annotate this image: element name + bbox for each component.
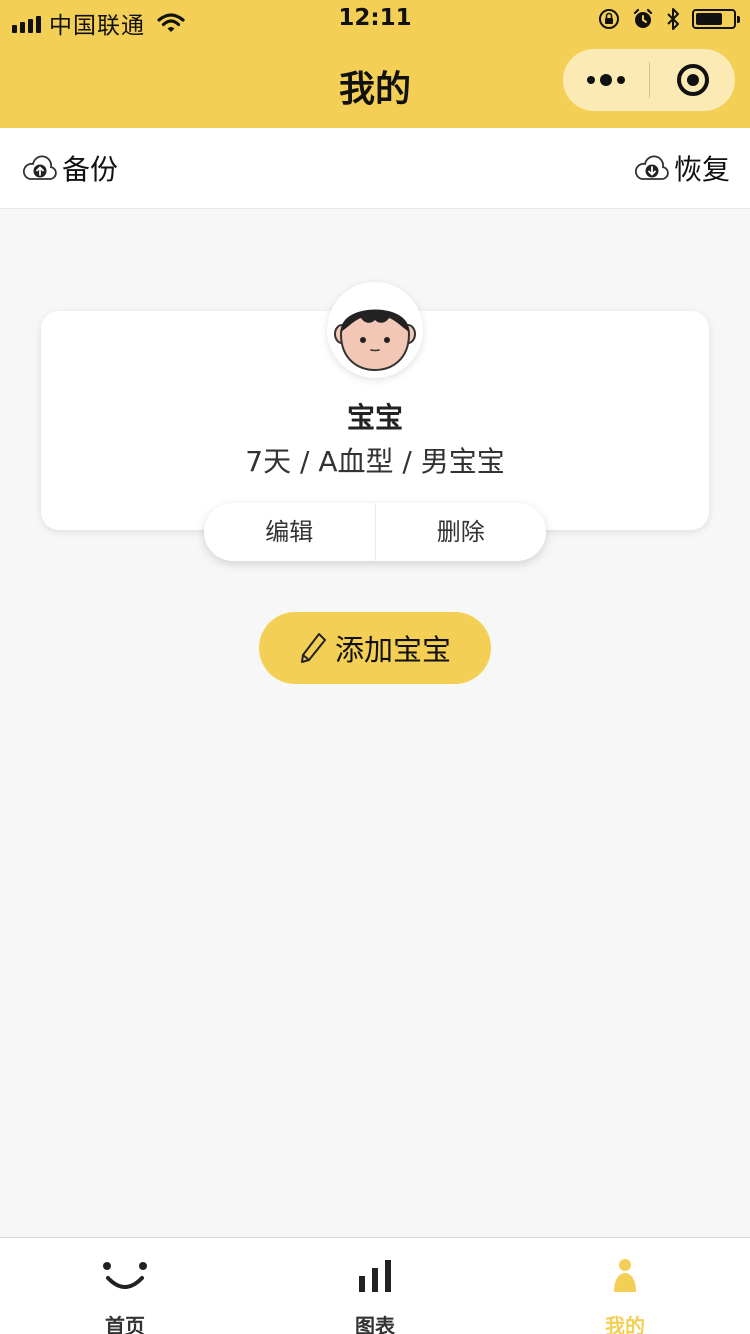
card-actions: 编辑 删除 bbox=[204, 503, 546, 561]
backup-label: 备份 bbox=[62, 153, 119, 186]
more-button[interactable] bbox=[563, 49, 649, 111]
avatar[interactable] bbox=[327, 282, 423, 378]
backup-restore-bar: 备份 恢复 bbox=[0, 128, 750, 209]
baby-info: 7天 / A血型 / 男宝宝 bbox=[245, 445, 505, 478]
tab-mine-label: 我的 bbox=[605, 1314, 645, 1334]
restore-button[interactable]: 恢复 bbox=[634, 148, 730, 188]
cloud-upload-icon bbox=[22, 155, 57, 180]
status-bar: 中国联通 12:11 bbox=[0, 0, 750, 40]
rotation-lock-icon bbox=[599, 9, 619, 29]
tab-charts[interactable]: 图表 bbox=[250, 1238, 500, 1334]
tab-mine-icon-wrap bbox=[500, 1256, 750, 1296]
alarm-icon bbox=[633, 8, 653, 28]
baby-name: 宝宝 bbox=[346, 401, 403, 434]
person-icon bbox=[614, 1259, 636, 1292]
status-right bbox=[598, 7, 740, 31]
tab-charts-label: 图表 bbox=[355, 1314, 395, 1334]
restore-label: 恢复 bbox=[673, 153, 730, 186]
edit-button[interactable]: 编辑 bbox=[204, 503, 375, 561]
more-dot bbox=[600, 74, 612, 86]
add-baby-button[interactable]: 添加宝宝 bbox=[259, 612, 491, 684]
tab-home[interactable]: 首页 bbox=[0, 1238, 250, 1334]
pencil-icon bbox=[300, 633, 326, 663]
battery-fill bbox=[696, 13, 722, 25]
tab-mine[interactable]: 我的 bbox=[500, 1238, 750, 1334]
tab-charts-icon-wrap bbox=[250, 1256, 500, 1296]
backup-button[interactable]: 备份 bbox=[22, 148, 118, 188]
more-dot bbox=[617, 76, 625, 84]
nav-bar: 我的 bbox=[0, 40, 750, 128]
mini-program-capsule bbox=[563, 49, 735, 111]
battery-icon bbox=[692, 9, 740, 29]
close-button[interactable] bbox=[650, 49, 735, 111]
smile-icon bbox=[103, 1262, 147, 1289]
more-dot bbox=[587, 76, 595, 84]
page: 中国联通 12:11 我的 备份 恢复 宝宝 7天 / A血型 / 男宝宝 编辑… bbox=[0, 0, 750, 1334]
target-icon bbox=[676, 64, 709, 96]
delete-button[interactable]: 删除 bbox=[376, 503, 547, 561]
baby-face-icon bbox=[334, 309, 416, 372]
add-baby-label: 添加宝宝 bbox=[334, 633, 451, 667]
bluetooth-icon bbox=[667, 8, 679, 30]
bar-chart-icon bbox=[359, 1260, 391, 1292]
tab-home-icon-wrap bbox=[0, 1256, 250, 1296]
cloud-download-icon bbox=[634, 155, 669, 180]
tab-bar: 首页 图表 我的 bbox=[0, 1237, 750, 1334]
tab-home-label: 首页 bbox=[105, 1314, 145, 1334]
